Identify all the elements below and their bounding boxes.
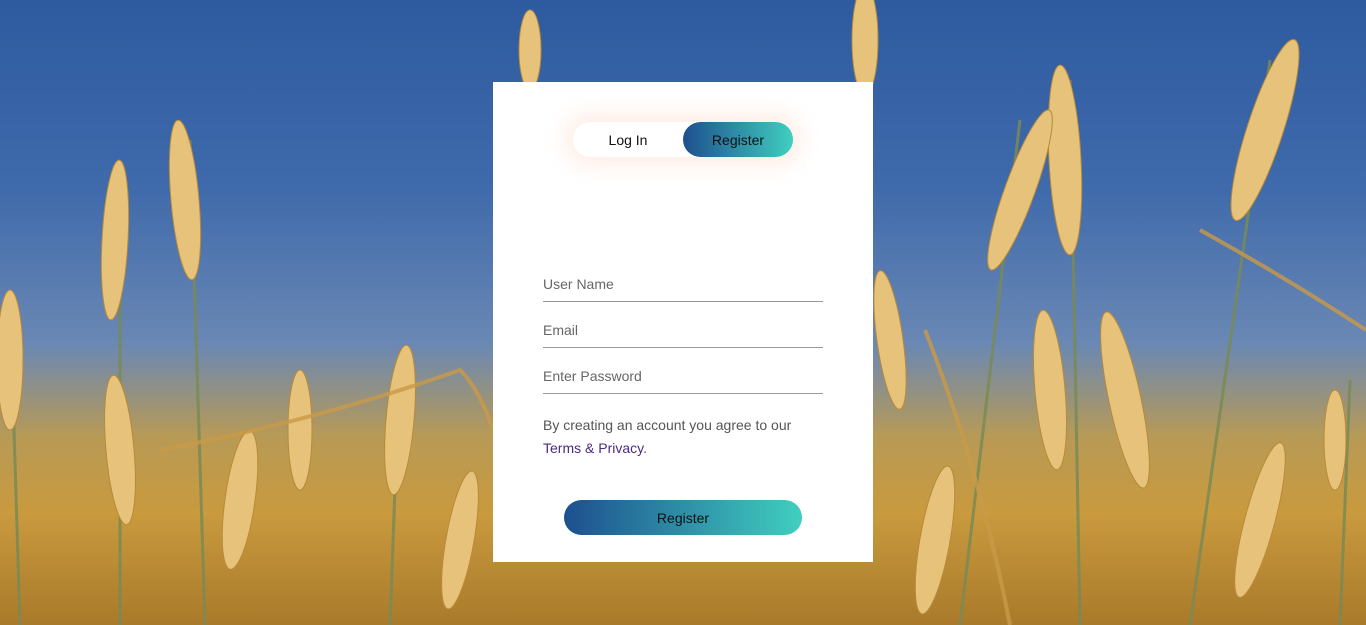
register-submit-button[interactable]: Register <box>564 500 802 535</box>
terms-text: By creating an account you agree to our <box>543 417 792 433</box>
password-input[interactable] <box>543 359 823 394</box>
username-input[interactable] <box>543 267 823 302</box>
login-tab-button[interactable]: Log In <box>573 122 683 157</box>
register-form: By creating an account you agree to our … <box>543 267 823 460</box>
email-input[interactable] <box>543 313 823 348</box>
terms-suffix: . <box>643 440 647 456</box>
terms-notice: By creating an account you agree to our … <box>543 414 823 460</box>
auth-mode-toggle: Log In Register <box>573 122 793 157</box>
register-tab-button[interactable]: Register <box>683 122 793 157</box>
terms-privacy-link[interactable]: Terms & Privacy <box>543 440 643 456</box>
register-card: Log In Register By creating an account y… <box>493 82 873 562</box>
